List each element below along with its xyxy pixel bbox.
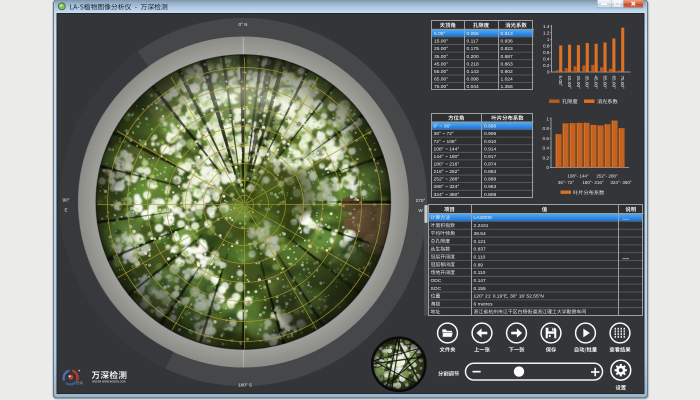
svg-text:0.200: 0.200 — [467, 54, 480, 60]
svg-text:35.00°: 35.00° — [585, 76, 590, 89]
svg-text:0.823: 0.823 — [501, 46, 514, 52]
svg-text:0.8: 0.8 — [543, 43, 550, 48]
svg-text:0.863: 0.863 — [501, 61, 514, 67]
svg-text:108°- 144°: 108°- 144° — [567, 174, 589, 179]
svg-text:15.00°: 15.00° — [567, 76, 572, 89]
svg-text:0.175: 0.175 — [467, 46, 480, 52]
svg-text:180° ~ 216°: 180° ~ 216° — [434, 162, 460, 168]
svg-text:55.00°: 55.00° — [434, 69, 448, 75]
svg-text:0.910: 0.910 — [484, 139, 497, 145]
svg-text:15.00°: 15.00° — [434, 39, 448, 45]
svg-text:1.024: 1.024 — [501, 77, 514, 83]
svg-text:25.00°: 25.00° — [434, 46, 448, 52]
svg-text:65.00°: 65.00° — [434, 77, 448, 83]
svg-text:45.00°: 45.00° — [434, 61, 448, 67]
svg-text:38.54: 38.54 — [474, 231, 487, 237]
svg-text:324°- 360°: 324°- 360° — [610, 180, 632, 185]
svg-text:0.2: 0.2 — [543, 63, 550, 68]
svg-text:0.686: 0.686 — [484, 124, 497, 130]
svg-text:W: W — [418, 208, 423, 213]
svg-text:72° ~ 108°: 72° ~ 108° — [434, 139, 457, 145]
svg-text:E: E — [64, 208, 67, 213]
svg-text:0.813: 0.813 — [501, 31, 514, 37]
svg-text:0.147: 0.147 — [474, 278, 487, 284]
svg-text:120° 21' 0.19"E, 30° 16' 52.5: 120° 21' 0.19"E, 30° 16' 52.55"N — [474, 294, 545, 300]
svg-text:2.2431: 2.2431 — [474, 223, 489, 229]
svg-text:SOC: SOC — [431, 286, 442, 292]
svg-text:0.110: 0.110 — [474, 254, 486, 260]
svg-text:0.836: 0.836 — [501, 39, 514, 45]
svg-text:288° ~ 324°: 288° ~ 324° — [434, 184, 460, 190]
svg-text:0.4: 0.4 — [543, 57, 550, 62]
svg-text:55.00°: 55.00° — [602, 76, 607, 89]
svg-text:0.902: 0.902 — [501, 69, 514, 75]
svg-text:0.863: 0.863 — [484, 169, 497, 175]
svg-text:0.117: 0.117 — [467, 39, 479, 45]
svg-text:0.874: 0.874 — [484, 162, 497, 168]
svg-text:1.4: 1.4 — [543, 24, 550, 29]
svg-text:WSEEN WWW.WSEEN.COM: WSEEN WWW.WSEEN.COM — [92, 382, 125, 384]
svg-text:0.121: 0.121 — [474, 239, 487, 245]
svg-text:0.218: 0.218 — [467, 61, 480, 67]
svg-text:0.155: 0.155 — [474, 286, 487, 292]
svg-text:0: 0 — [547, 70, 550, 75]
svg-text:252° ~ 288°: 252° ~ 288° — [434, 177, 460, 183]
svg-text:0.906: 0.906 — [484, 131, 497, 137]
svg-text:180°- 216°: 180°- 216° — [582, 180, 604, 185]
svg-text:216° ~ 252°: 216° ~ 252° — [434, 169, 460, 175]
svg-text:0.89: 0.89 — [474, 262, 484, 268]
svg-text:6 metres: 6 metres — [474, 302, 494, 308]
svg-text:0.8: 0.8 — [542, 126, 549, 131]
svg-text:108° ~ 144°: 108° ~ 144° — [434, 146, 460, 152]
svg-text:0.098: 0.098 — [467, 77, 480, 83]
svg-text:1.2: 1.2 — [543, 30, 550, 35]
svg-text:45.00°: 45.00° — [594, 76, 599, 89]
svg-text:36° ~ 72°: 36° ~ 72° — [434, 131, 454, 137]
svg-text:0: 0 — [546, 165, 549, 170]
svg-text:0.963: 0.963 — [484, 184, 497, 190]
svg-text:0.887: 0.887 — [501, 54, 514, 60]
svg-text:0° N: 0° N — [239, 22, 248, 27]
svg-text:1: 1 — [547, 37, 550, 42]
svg-text:144° ~ 180°: 144° ~ 180° — [434, 154, 460, 160]
svg-text:1: 1 — [546, 116, 549, 121]
svg-text:0.888: 0.888 — [484, 177, 497, 183]
svg-text:5.00°: 5.00° — [434, 31, 446, 37]
svg-text:0° ~ 36°: 0° ~ 36° — [434, 124, 452, 130]
svg-text:5.00°: 5.00° — [558, 76, 563, 87]
svg-text:0.6: 0.6 — [543, 50, 550, 55]
svg-text:0.914: 0.914 — [484, 146, 497, 152]
svg-text:0.110: 0.110 — [474, 270, 486, 276]
svg-text:0.917: 0.917 — [484, 154, 497, 160]
svg-text:75.00°: 75.00° — [620, 76, 625, 89]
svg-text:65.00°: 65.00° — [611, 76, 616, 89]
svg-text:0.808: 0.808 — [484, 192, 497, 198]
svg-text:90°: 90° — [63, 198, 70, 203]
svg-text:0.044: 0.044 — [467, 84, 480, 90]
svg-text:0.2: 0.2 — [542, 155, 549, 160]
svg-text:35.00°: 35.00° — [434, 54, 448, 60]
svg-text:36°- 72°: 36°- 72° — [558, 180, 575, 185]
svg-text:0.055: 0.055 — [467, 31, 480, 37]
svg-text:ODC: ODC — [431, 278, 442, 284]
svg-text:324° ~ 360°: 324° ~ 360° — [434, 192, 460, 198]
svg-text:1.356: 1.356 — [501, 84, 514, 90]
svg-text:252°- 288°: 252°- 288° — [596, 174, 618, 179]
svg-text:0.6: 0.6 — [542, 136, 549, 141]
svg-text:270°: 270° — [416, 198, 426, 203]
svg-text:0.4: 0.4 — [542, 146, 549, 151]
svg-text:180° S: 180° S — [238, 383, 252, 388]
svg-text:LAI2000: LAI2000 — [474, 215, 493, 221]
svg-text:0.143: 0.143 — [467, 69, 480, 75]
svg-text:25.00°: 25.00° — [576, 76, 581, 89]
svg-text:0.837: 0.837 — [474, 247, 487, 253]
svg-text:75.00°: 75.00° — [434, 84, 448, 90]
